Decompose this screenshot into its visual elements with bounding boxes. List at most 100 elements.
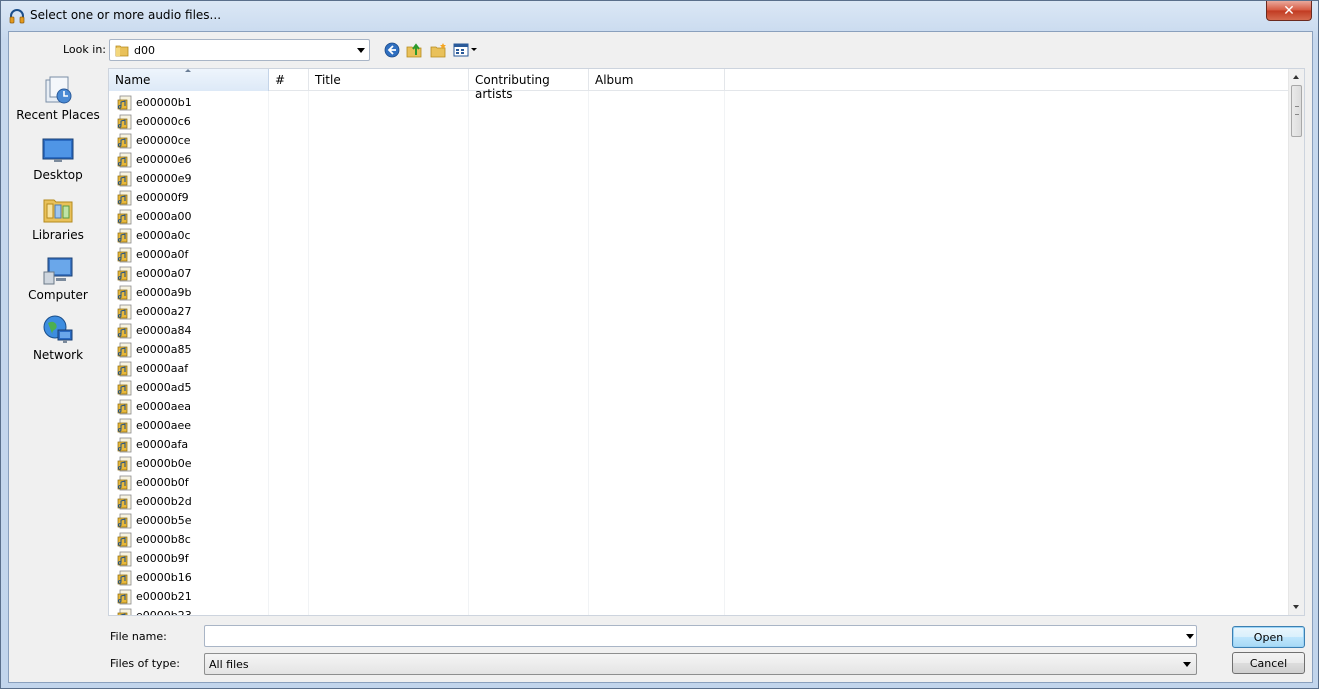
file-row[interactable]: e0000b9f [109,549,709,568]
scroll-up-icon[interactable] [1293,75,1299,79]
file-row[interactable]: e00000e9 [109,169,709,188]
file-row[interactable]: e0000a0f [109,245,709,264]
place-label: Network [32,348,84,362]
file-row[interactable]: e0000a85 [109,340,709,359]
recent-places-icon [45,76,72,104]
audio-file-icon [117,361,132,376]
file-name-input[interactable] [204,625,1197,647]
libraries-icon [43,199,73,223]
file-row[interactable]: e0000aea [109,397,709,416]
column-header-name[interactable]: Name [109,69,269,91]
file-row[interactable]: e0000b16 [109,568,709,587]
places-bar: Recent Places Desktop Libraries Computer… [9,70,107,370]
vertical-scrollbar[interactable] [1288,69,1304,615]
window-title: Select one or more audio files... [30,8,222,22]
audio-file-icon [117,190,132,205]
audio-file-icon [117,513,132,528]
sort-ascending-icon [185,69,191,72]
chevron-down-icon[interactable] [1186,634,1194,639]
look-in-dropdown[interactable]: d00 [109,39,370,61]
file-name: e0000a0f [136,248,189,261]
file-name: e0000ad5 [136,381,192,394]
audio-file-icon [117,209,132,224]
file-row[interactable]: e00000b1 [109,93,709,112]
place-computer[interactable]: Computer [9,250,107,308]
place-network[interactable]: Network [9,310,107,368]
audio-file-icon [117,532,132,547]
file-name: e0000afa [136,438,189,451]
file-row[interactable]: e0000b2d [109,492,709,511]
file-row[interactable]: e0000a07 [109,264,709,283]
up-folder-icon[interactable] [406,42,424,58]
file-row[interactable]: e00000ce [109,131,709,150]
scrollbar-thumb[interactable] [1291,85,1302,137]
file-row[interactable]: e00000c6 [109,112,709,131]
audio-file-icon [117,437,132,452]
audio-file-icon [117,266,132,281]
file-row[interactable]: e0000a00 [109,207,709,226]
file-row[interactable]: e0000b5e [109,511,709,530]
cancel-button[interactable]: Cancel [1232,652,1305,674]
file-name: e0000a00 [136,210,192,223]
audio-file-icon [117,285,132,300]
back-icon[interactable] [383,42,401,58]
audio-file-icon [117,342,132,357]
column-header-number[interactable]: # [269,69,309,91]
audio-file-icon [117,152,132,167]
file-name: e0000a27 [136,305,192,318]
place-recent-places[interactable]: Recent Places [9,70,107,128]
file-row[interactable]: e0000a84 [109,321,709,340]
open-button[interactable]: Open [1232,626,1305,648]
audio-file-icon [117,608,132,615]
audio-file-icon [117,380,132,395]
audio-file-icon [117,589,132,604]
file-row[interactable]: e0000b0f [109,473,709,492]
folder-icon [115,45,129,57]
column-header-title[interactable]: Title [309,69,469,91]
file-rows: e00000b1 e00000c6 e00000ce e00000e6 e00000e9… [109,93,709,616]
file-name: e0000aaf [136,362,189,375]
file-row[interactable]: e0000aee [109,416,709,435]
file-row[interactable]: e00000f9 [109,188,709,207]
file-list[interactable]: Name # Title Contributing artists Album [108,68,1305,616]
file-row[interactable]: e0000a27 [109,302,709,321]
file-row[interactable]: e0000a0c [109,226,709,245]
file-name: e00000b1 [136,96,192,109]
look-in-label: Look in: [63,43,106,56]
file-row[interactable]: e0000b23 [109,606,709,616]
place-desktop[interactable]: Desktop [9,130,107,188]
file-name: e0000aee [136,419,192,432]
place-label: Desktop [33,168,83,182]
new-folder-icon[interactable] [430,42,448,58]
file-row[interactable]: e0000b21 [109,587,709,606]
place-libraries[interactable]: Libraries [9,190,107,248]
file-name: e0000b2d [136,495,192,508]
file-name: e0000b0f [136,476,189,489]
audio-file-icon [117,228,132,243]
file-name: e0000b23 [136,609,192,616]
look-in-value: d00 [134,44,155,57]
file-name: e0000b5e [136,514,192,527]
file-name: e0000b0e [136,457,192,470]
dialog-window: Select one or more audio files... ✕ Look… [0,0,1319,689]
file-name: e0000a85 [136,343,192,356]
headphones-icon [9,9,25,24]
scroll-down-icon[interactable] [1293,605,1299,609]
file-type-dropdown[interactable]: All files [204,653,1197,675]
file-row[interactable]: e0000aaf [109,359,709,378]
file-row[interactable]: e0000b8c [109,530,709,549]
audio-file-icon [117,494,132,509]
file-row[interactable]: e0000a9b [109,283,709,302]
file-row[interactable]: e0000afa [109,435,709,454]
close-button[interactable]: ✕ [1266,1,1312,21]
file-row[interactable]: e0000b0e [109,454,709,473]
column-header-contributing-artists[interactable]: Contributing artists [469,69,589,101]
file-row[interactable]: e0000ad5 [109,378,709,397]
view-menu-icon[interactable] [453,42,479,58]
file-name: e0000a0c [136,229,191,242]
file-name: e0000b21 [136,590,192,603]
audio-file-icon [117,551,132,566]
file-row[interactable]: e00000e6 [109,150,709,169]
computer-icon [43,257,73,285]
column-header-album[interactable]: Album [589,69,725,91]
